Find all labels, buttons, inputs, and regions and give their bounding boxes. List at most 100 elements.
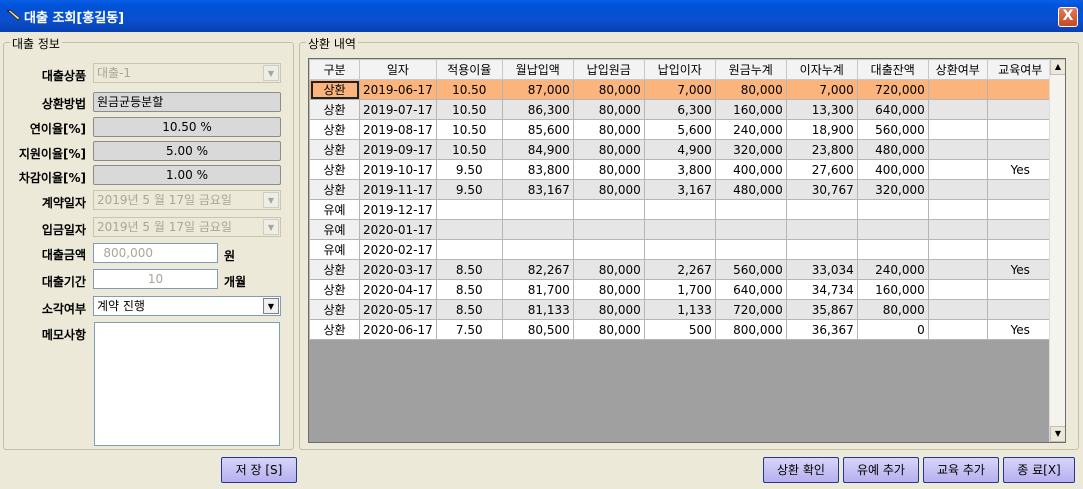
table-cell[interactable]: 2019-11-17 [359, 179, 437, 200]
table-cell[interactable]: 상환 [309, 99, 360, 120]
table-cell[interactable]: 23,800 [785, 139, 858, 160]
table-cell[interactable]: 2020-01-17 [359, 219, 437, 240]
table-cell[interactable] [785, 219, 858, 240]
table-cell[interactable]: 160,000 [714, 99, 787, 120]
table-cell[interactable]: 2019-08-17 [359, 119, 437, 140]
table-cell[interactable]: 240,000 [856, 259, 929, 280]
table-cell[interactable]: Yes [986, 319, 1054, 340]
table-cell[interactable] [435, 219, 503, 240]
table-cell[interactable]: 5,600 [643, 119, 716, 140]
table-row[interactable]: 상환 2019-11-17 9.50 83,167 80,000 3,167 480,000… [309, 179, 1054, 200]
table-cell[interactable]: 30,767 [785, 179, 858, 200]
table-cell[interactable]: 3,800 [643, 159, 716, 180]
close-button[interactable]: X [1058, 7, 1078, 27]
table-cell[interactable]: 2019-09-17 [359, 139, 437, 160]
add-education-button[interactable]: 교육 추가 [923, 457, 999, 483]
column-header[interactable]: 교육여부 [986, 59, 1054, 80]
table-cell[interactable]: Yes [986, 259, 1054, 280]
table-cell[interactable] [927, 279, 988, 300]
table-cell[interactable]: 2020-02-17 [359, 239, 437, 260]
table-cell[interactable]: 80,500 [501, 319, 574, 340]
loan-product-select[interactable]: 대출-1 ▼ [93, 63, 281, 83]
table-cell[interactable] [643, 219, 716, 240]
table-cell[interactable]: 2020-04-17 [359, 279, 437, 300]
table-cell[interactable]: 83,167 [501, 179, 574, 200]
table-cell[interactable] [927, 239, 988, 260]
table-cell[interactable]: 500 [643, 319, 716, 340]
table-cell[interactable]: 8.50 [435, 259, 503, 280]
table-cell[interactable] [714, 239, 787, 260]
table-cell[interactable]: 0 [856, 319, 929, 340]
table-cell[interactable]: 80,000 [572, 279, 645, 300]
table-cell[interactable] [572, 239, 645, 260]
table-cell[interactable] [927, 199, 988, 220]
table-cell[interactable]: 240,000 [714, 119, 787, 140]
contract-date-picker[interactable]: 2019년 5 월 17일 금요일 ▼ [93, 190, 281, 210]
table-cell[interactable]: 10.50 [435, 119, 503, 140]
table-cell[interactable] [435, 239, 503, 260]
column-header[interactable]: 상환여부 [927, 59, 988, 80]
table-cell[interactable]: 80,000 [572, 299, 645, 320]
table-cell[interactable]: 상환 [309, 279, 360, 300]
column-header[interactable]: 대출잔액 [856, 59, 929, 80]
table-cell[interactable]: 160,000 [856, 279, 929, 300]
table-row[interactable]: 상환 2019-09-17 10.50 84,900 80,000 4,900 320,00… [309, 139, 1054, 160]
save-button[interactable]: 저 장 [S] [221, 457, 297, 483]
table-row[interactable]: 상환 2019-10-17 9.50 83,800 80,000 3,800 400,000… [309, 159, 1054, 180]
table-cell[interactable]: 720,000 [856, 79, 929, 100]
table-cell[interactable]: 상환 [309, 319, 360, 340]
table-cell[interactable]: 400,000 [856, 159, 929, 180]
table-cell[interactable]: 10.50 [435, 99, 503, 120]
table-cell[interactable]: 8.50 [435, 279, 503, 300]
table-cell[interactable] [927, 299, 988, 320]
table-cell[interactable]: 9.50 [435, 179, 503, 200]
table-cell[interactable]: 8.50 [435, 299, 503, 320]
table-cell[interactable]: 7.50 [435, 319, 503, 340]
table-cell[interactable]: 84,900 [501, 139, 574, 160]
contract-date-dropdown-icon[interactable]: ▼ [263, 192, 279, 208]
table-cell[interactable] [986, 99, 1054, 120]
memo-textarea[interactable] [94, 322, 280, 446]
table-row[interactable]: 상환 2020-06-17 7.50 80,500 80,000 500 800,000 36… [309, 319, 1054, 340]
table-cell[interactable]: 480,000 [856, 139, 929, 160]
table-cell[interactable] [643, 239, 716, 260]
table-cell[interactable]: 6,300 [643, 99, 716, 120]
table-cell[interactable]: 상환 [309, 179, 360, 200]
table-cell[interactable]: 1,700 [643, 279, 716, 300]
table-cell[interactable]: 2019-07-17 [359, 99, 437, 120]
table-cell[interactable]: 87,000 [501, 79, 574, 100]
deposit-date-picker[interactable]: 2019년 5 월 17일 금요일 ▼ [93, 217, 281, 237]
table-cell[interactable]: 560,000 [714, 259, 787, 280]
table-cell[interactable]: 80,000 [572, 79, 645, 100]
table-cell[interactable]: 10.50 [435, 79, 503, 100]
table-cell[interactable]: 2020-03-17 [359, 259, 437, 280]
table-cell[interactable]: 상환 [309, 139, 360, 160]
table-cell[interactable]: 33,034 [785, 259, 858, 280]
table-cell[interactable]: 3,167 [643, 179, 716, 200]
column-header[interactable]: 원금누계 [714, 59, 787, 80]
writeoff-dropdown-icon[interactable]: ▼ [263, 298, 279, 314]
table-cell[interactable]: 유예 [309, 199, 360, 220]
table-cell[interactable]: 640,000 [714, 279, 787, 300]
table-cell[interactable] [572, 219, 645, 240]
table-cell[interactable] [986, 119, 1054, 140]
table-cell[interactable]: 80,000 [572, 159, 645, 180]
table-cell[interactable]: 13,300 [785, 99, 858, 120]
table-cell[interactable]: 80,000 [572, 259, 645, 280]
table-cell[interactable]: 2019-12-17 [359, 199, 437, 220]
table-cell[interactable] [856, 199, 929, 220]
table-cell[interactable]: Yes [986, 159, 1054, 180]
table-cell[interactable]: 81,133 [501, 299, 574, 320]
table-cell[interactable]: 2019-10-17 [359, 159, 437, 180]
writeoff-select[interactable]: 계약 진행 ▼ [93, 296, 281, 316]
table-cell[interactable]: 36,367 [785, 319, 858, 340]
table-cell[interactable]: 480,000 [714, 179, 787, 200]
vertical-scrollbar[interactable]: ▲ ▼ [1049, 59, 1065, 442]
table-cell[interactable] [714, 219, 787, 240]
table-cell[interactable]: 상환 [309, 79, 360, 100]
column-header[interactable]: 납입원금 [572, 59, 645, 80]
table-cell[interactable]: 400,000 [714, 159, 787, 180]
table-cell[interactable]: 80,000 [572, 319, 645, 340]
table-cell[interactable] [986, 299, 1054, 320]
table-cell[interactable]: 800,000 [714, 319, 787, 340]
